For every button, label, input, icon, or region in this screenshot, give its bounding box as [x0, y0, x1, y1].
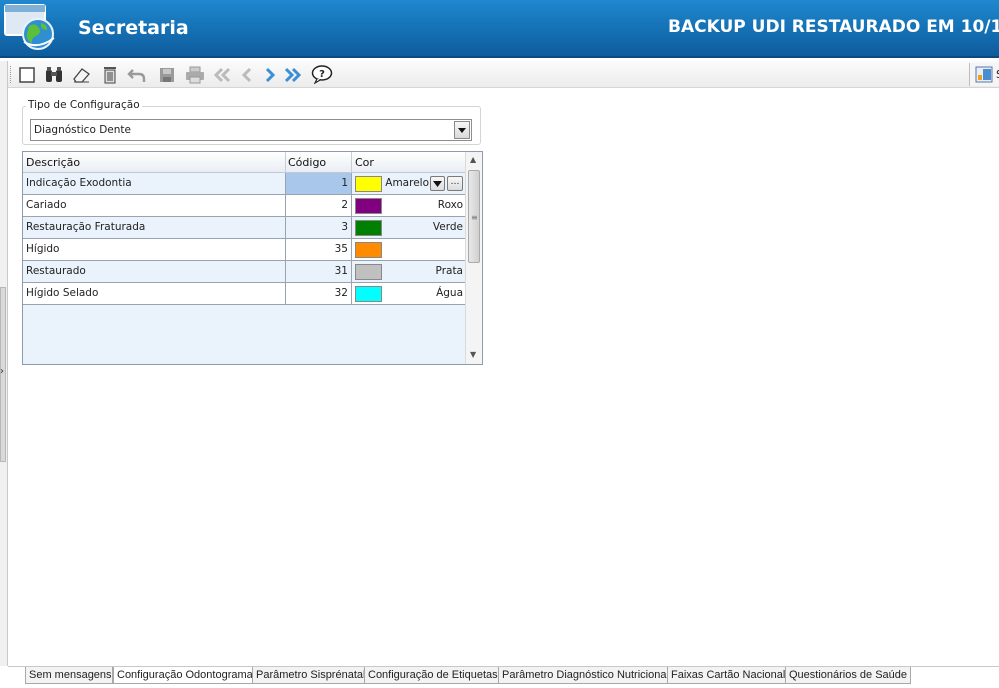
- cell-descricao[interactable]: Cariado: [26, 195, 284, 216]
- config-type-select[interactable]: Diagnóstico Dente: [30, 119, 472, 141]
- toolbar-grip[interactable]: [10, 66, 13, 83]
- eraser-icon[interactable]: [70, 64, 92, 85]
- column-header-codigo[interactable]: Código: [288, 156, 326, 169]
- new-icon[interactable]: [16, 64, 38, 85]
- scroll-down-icon[interactable]: ▼: [470, 350, 476, 359]
- backup-notice: BACKUP UDI RESTAURADO EM 10/12/: [668, 17, 999, 37]
- cell-descricao[interactable]: Indicação Exodontia: [26, 173, 284, 194]
- table-row[interactable]: Hígido Selado 32 Água: [23, 283, 466, 305]
- color-name: Roxo: [437, 199, 463, 211]
- scrollbar-thumb[interactable]: ≡: [468, 170, 480, 263]
- tab-parametro-diagnostico-nutricional[interactable]: Parâmetro Diagnóstico Nutricional: [498, 667, 673, 684]
- color-swatch: [355, 176, 382, 192]
- tab-parametro-sisprenatal[interactable]: Parâmetro Sisprénatal: [252, 667, 370, 684]
- select-dropdown-button[interactable]: [454, 121, 470, 139]
- diagnosis-grid: Descrição Código Cor Indicação Exodontia…: [22, 151, 483, 365]
- cell-codigo[interactable]: 35: [285, 239, 351, 260]
- window-icon: [975, 66, 993, 86]
- color-dropdown-button[interactable]: [430, 176, 445, 191]
- cell-codigo[interactable]: 2: [285, 195, 351, 216]
- tab-faixas-cartao-nacional[interactable]: Faixas Cartão Nacional: [667, 667, 790, 684]
- cell-descricao[interactable]: Hígido: [26, 239, 284, 260]
- color-swatch: [355, 286, 382, 302]
- cell-cor[interactable]: Prata: [351, 261, 466, 282]
- chevron-down-icon: [458, 128, 466, 133]
- color-swatch: [355, 198, 382, 214]
- table-row[interactable]: Restauração Fraturada 3 Verde: [23, 217, 466, 239]
- cell-codigo[interactable]: 32: [285, 283, 351, 304]
- table-row[interactable]: Indicação Exodontia 1 Amarelo …: [23, 173, 466, 195]
- grid-header: Descrição Código Cor: [23, 152, 466, 173]
- color-picker-button[interactable]: …: [447, 176, 463, 191]
- table-row[interactable]: Hígido 35: [23, 239, 466, 261]
- cell-codigo[interactable]: 3: [285, 217, 351, 238]
- expand-arrow-icon[interactable]: ›: [0, 366, 4, 377]
- cell-cor[interactable]: Amarelo …: [351, 173, 466, 194]
- color-name: Água: [436, 287, 463, 299]
- toolbar: ? S: [8, 61, 999, 88]
- scroll-up-icon[interactable]: ▲: [470, 155, 476, 164]
- config-type-legend: Tipo de Configuração: [26, 99, 142, 111]
- save-icon[interactable]: [156, 64, 178, 85]
- cell-codigo[interactable]: 1: [285, 173, 351, 194]
- last-icon[interactable]: [281, 64, 303, 85]
- color-swatch: [355, 264, 382, 280]
- cell-descricao[interactable]: Restauração Fraturada: [26, 217, 284, 238]
- tab-configuracao-etiquetas[interactable]: Configuração de Etiquetas: [364, 667, 502, 684]
- print-icon[interactable]: [184, 64, 206, 85]
- tab-questionarios-saude[interactable]: Questionários de Saúde: [785, 667, 912, 684]
- app-title: Secretaria: [78, 17, 189, 39]
- cell-cor[interactable]: [351, 239, 466, 260]
- color-name: Verde: [432, 221, 463, 233]
- color-name: Prata: [435, 265, 463, 277]
- table-row[interactable]: Restaurado 31 Prata: [23, 261, 466, 283]
- cell-cor[interactable]: Verde: [351, 217, 466, 238]
- trash-icon[interactable]: [99, 64, 121, 85]
- table-row[interactable]: Cariado 2 Roxo: [23, 195, 466, 217]
- cell-descricao[interactable]: Hígido Selado: [26, 283, 284, 304]
- grid-vertical-scrollbar[interactable]: ▲ ≡ ▼: [465, 152, 482, 364]
- grip-lines-icon: ≡: [471, 213, 478, 222]
- tab-sem-mensagens[interactable]: Sem mensagens: [25, 667, 113, 684]
- next-icon[interactable]: [259, 64, 281, 85]
- tab-configuracao-odontograma[interactable]: Configuração Odontograma: [113, 667, 257, 684]
- color-name: Amarelo: [385, 177, 429, 189]
- column-header-descricao[interactable]: Descrição: [26, 156, 80, 169]
- help-icon[interactable]: ?: [311, 64, 333, 85]
- cell-descricao[interactable]: Restaurado: [26, 261, 284, 282]
- cell-cor[interactable]: Água: [351, 283, 466, 304]
- cell-codigo[interactable]: 31: [285, 261, 351, 282]
- svg-text:?: ?: [319, 69, 325, 80]
- bottom-tab-strip: Sem mensagens Configuração Odontograma P…: [8, 666, 999, 688]
- cell-cor[interactable]: Roxo: [351, 195, 466, 216]
- color-swatch: [355, 242, 382, 258]
- column-header-cor[interactable]: Cor: [355, 156, 374, 169]
- color-swatch: [355, 220, 382, 236]
- globe-window-logo-icon: [2, 2, 60, 54]
- binoculars-icon[interactable]: [43, 64, 65, 85]
- config-type-value: Diagnóstico Dente: [34, 124, 131, 136]
- previous-icon[interactable]: [236, 64, 258, 85]
- undo-icon[interactable]: [126, 64, 148, 85]
- chevron-down-icon: [433, 181, 442, 187]
- toolbar-right-button[interactable]: S: [969, 63, 999, 86]
- first-icon[interactable]: [212, 64, 234, 85]
- app-header: Secretaria BACKUP UDI RESTAURADO EM 10/1…: [0, 0, 999, 58]
